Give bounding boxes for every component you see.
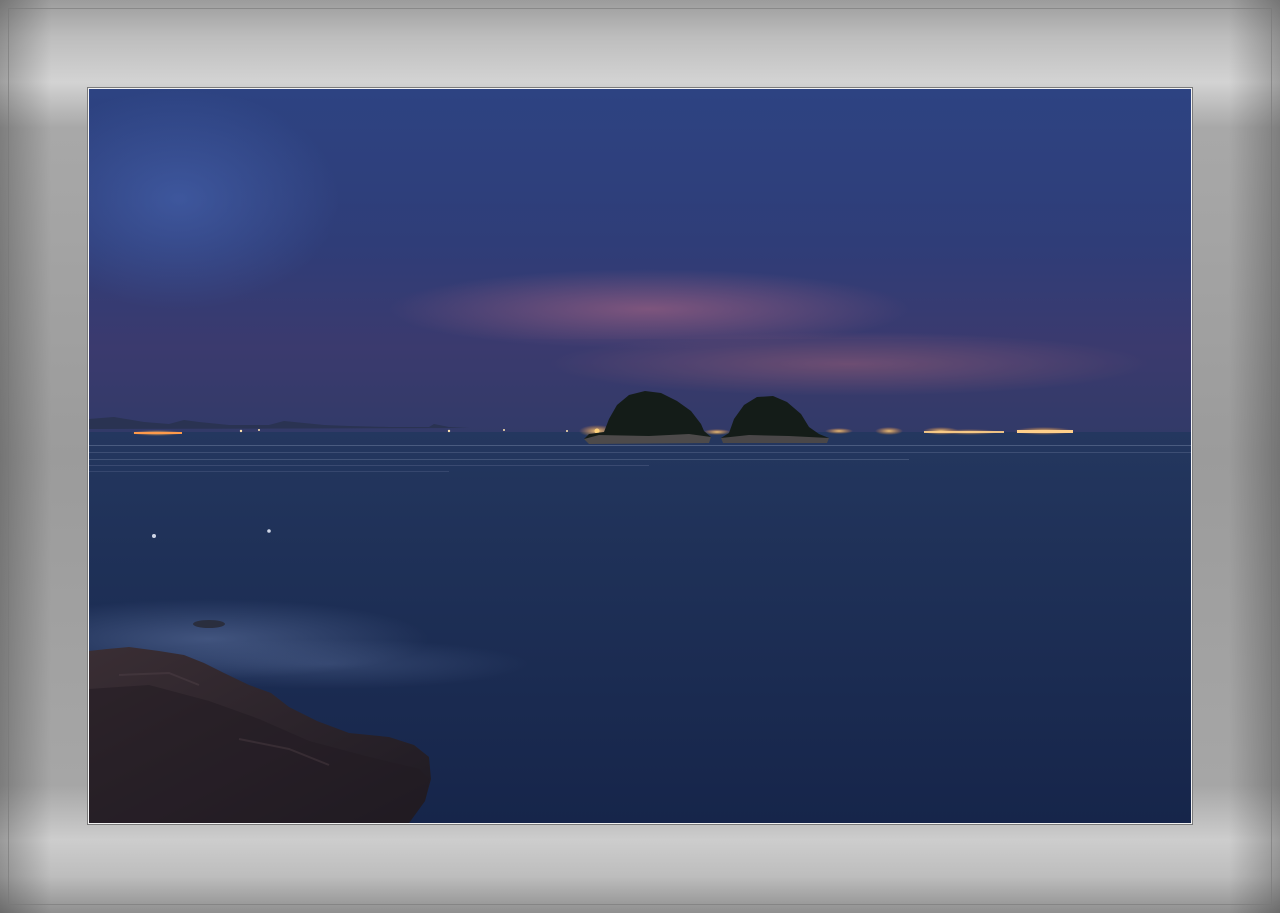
night-seascape-photo — [88, 88, 1192, 824]
picture-frame — [0, 0, 1280, 913]
buoy — [152, 534, 156, 538]
buoy — [267, 529, 271, 533]
seascape-image — [89, 89, 1191, 823]
